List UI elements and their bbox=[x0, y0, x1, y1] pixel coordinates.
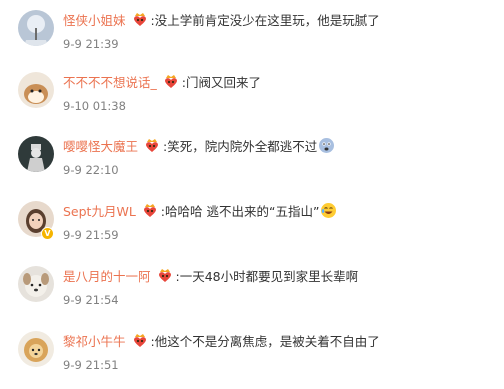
avatar[interactable] bbox=[18, 266, 54, 302]
username[interactable]: 不不不不想说话_ bbox=[63, 72, 157, 91]
comment-item: 嘤嘤怪大魔王 :笑死，院内院外全都逃不过 9-9 22:10 bbox=[0, 136, 504, 194]
timestamp: 9-9 21:51 bbox=[63, 358, 119, 372]
crown-heart-badge-icon bbox=[132, 11, 148, 27]
comment-text: :哈哈哈 逃不出来的“五指山” bbox=[160, 203, 320, 219]
comment-item: 怪侠小姐妹 :没上学前肯定没少在这里玩，他是玩腻了 9-9 21:39 bbox=[0, 10, 504, 68]
comment-item: V Sept九月WL :哈哈哈 逃不出来的“五指山” 9-9 21:59 bbox=[0, 201, 504, 259]
comment-text: :一天48小时都要见到家里长辈啊 bbox=[175, 268, 359, 284]
crown-heart-badge-icon bbox=[132, 332, 148, 348]
username[interactable]: 怪侠小姐妹 bbox=[63, 10, 126, 29]
scared-face-emoji-icon bbox=[318, 137, 335, 154]
timestamp: 9-9 21:39 bbox=[63, 37, 119, 51]
crown-heart-badge-icon bbox=[142, 202, 158, 218]
timestamp: 9-10 01:38 bbox=[63, 99, 126, 113]
crown-heart-badge-icon bbox=[163, 73, 179, 89]
timestamp: 9-9 21:54 bbox=[63, 293, 119, 307]
timestamp: 9-9 21:59 bbox=[63, 228, 119, 242]
timestamp: 9-9 22:10 bbox=[63, 163, 119, 177]
comment-item: 不不不不想说话_ :门阀又回来了 9-10 01:38 bbox=[0, 72, 504, 130]
comment-text: :没上学前肯定没少在这里玩，他是玩腻了 bbox=[150, 12, 380, 28]
crown-heart-badge-icon bbox=[157, 267, 173, 283]
avatar[interactable] bbox=[18, 331, 54, 367]
laughing-face-emoji-icon bbox=[320, 202, 337, 219]
avatar[interactable] bbox=[18, 72, 54, 108]
username[interactable]: 是八月的十一阿 bbox=[63, 266, 151, 285]
comment-text: :他这个不是分离焦虑，是被关着不自由了 bbox=[150, 333, 380, 349]
username[interactable]: 嘤嘤怪大魔王 bbox=[63, 136, 138, 155]
comment-item: 是八月的十一阿 :一天48小时都要见到家里长辈啊 9-9 21:54 bbox=[0, 266, 504, 324]
comment-text: :笑死，院内院外全都逃不过 bbox=[163, 138, 318, 154]
avatar[interactable] bbox=[18, 10, 54, 46]
crown-heart-badge-icon bbox=[144, 137, 160, 153]
comment-text: :门阀又回来了 bbox=[181, 74, 261, 90]
verified-badge-icon: V bbox=[41, 227, 54, 240]
username[interactable]: 黎祁小牛牛 bbox=[63, 331, 126, 350]
comment-item: 黎祁小牛牛 :他这个不是分离焦虑，是被关着不自由了 9-9 21:51 bbox=[0, 331, 504, 389]
avatar[interactable] bbox=[18, 136, 54, 172]
username[interactable]: Sept九月WL bbox=[63, 201, 136, 220]
